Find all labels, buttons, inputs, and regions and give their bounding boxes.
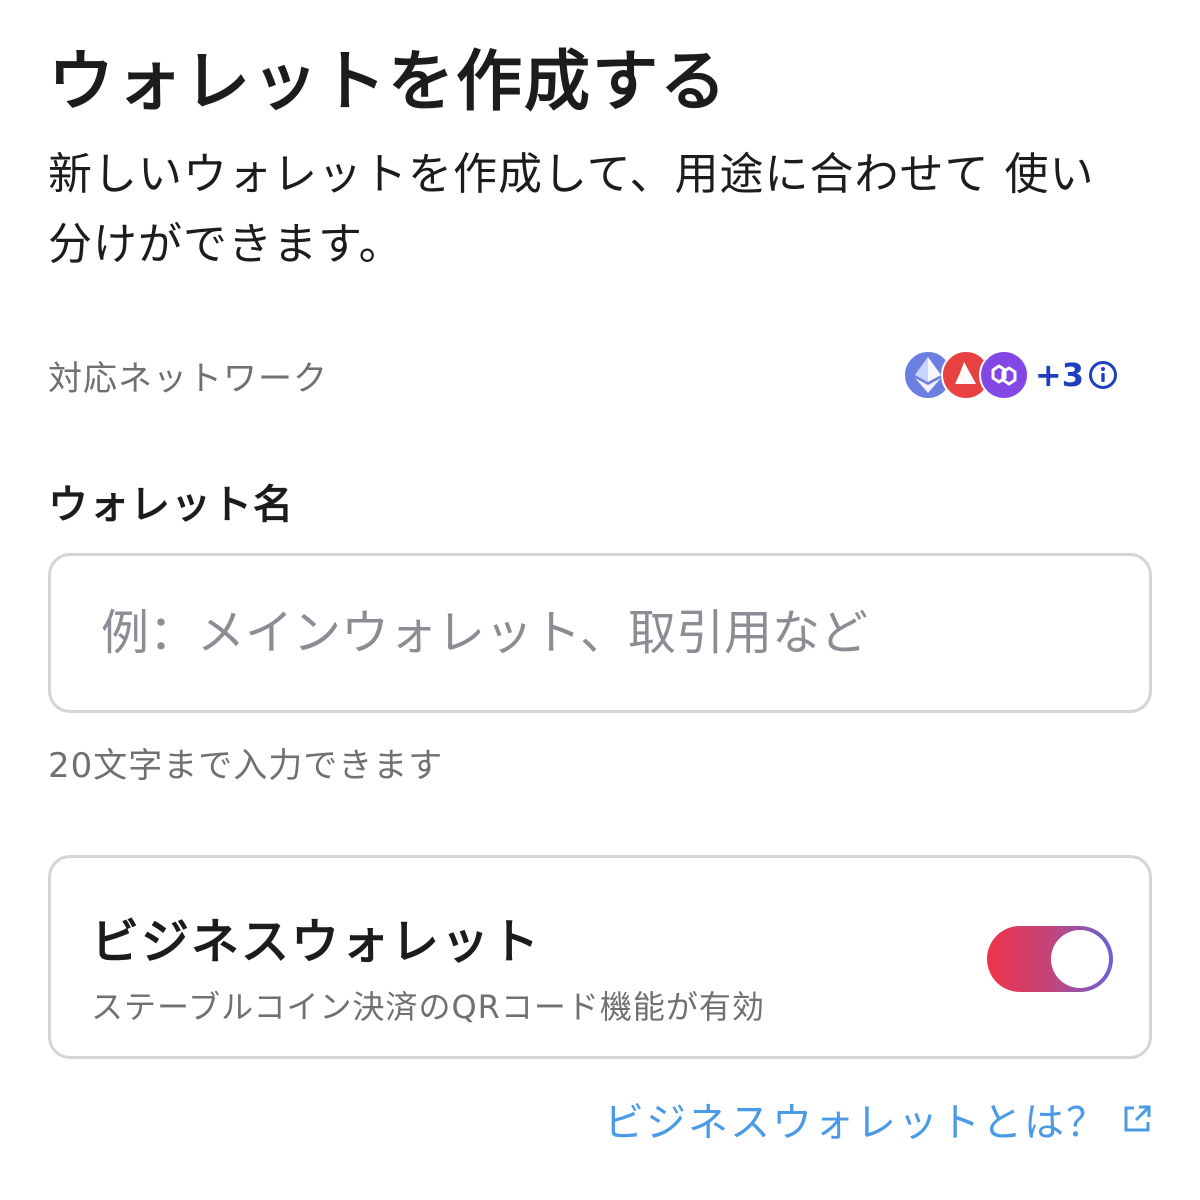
page-subtitle: 新しいウォレットを作成して、用途に合わせて 使い分けができます。 [48, 149, 1095, 270]
business-wallet-toggle[interactable] [987, 926, 1113, 992]
business-wallet-description: ステーブルコイン決済のQRコード機能が有効 [91, 988, 765, 1026]
business-wallet-help-label: ビジネスウォレットとは？ [604, 1100, 1108, 1146]
wallet-name-input[interactable] [48, 553, 1152, 713]
create-wallet-page: ウォレットを作成する 新しいウォレットを作成して、用途に合わせて 使い分けができ… [0, 0, 1200, 1200]
business-wallet-card: ビジネスウォレット ステーブルコイン決済のQRコード機能が有効 [48, 855, 1152, 1059]
external-link-icon [1122, 1104, 1152, 1134]
network-icons[interactable]: +3 [902, 350, 1118, 400]
wallet-name-label: ウォレット名 [48, 482, 294, 528]
info-icon[interactable] [1088, 360, 1118, 390]
toggle-knob [1051, 930, 1109, 988]
page-title: ウォレットを作成する [48, 43, 728, 120]
more-networks-count: +3 [1034, 356, 1084, 394]
supported-networks-label: 対応ネットワーク [48, 358, 328, 399]
business-wallet-title: ビジネスウォレット [91, 914, 542, 970]
polygon-icon [978, 350, 1029, 400]
business-wallet-help-link[interactable]: ビジネスウォレットとは？ [604, 1090, 1152, 1148]
supported-networks-row: 対応ネットワーク +3 [48, 345, 1152, 405]
wallet-name-helper: 20文字まで入力できます [48, 746, 444, 786]
